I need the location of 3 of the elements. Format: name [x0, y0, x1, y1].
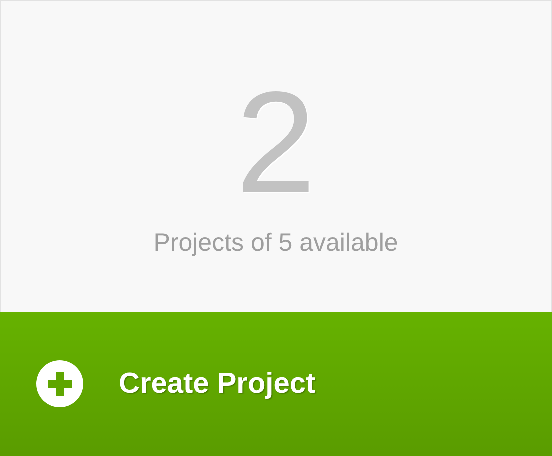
plus-icon — [36, 360, 84, 408]
count-caption: Projects of 5 available — [154, 229, 398, 258]
create-project-button[interactable]: Create Project — [0, 312, 552, 456]
